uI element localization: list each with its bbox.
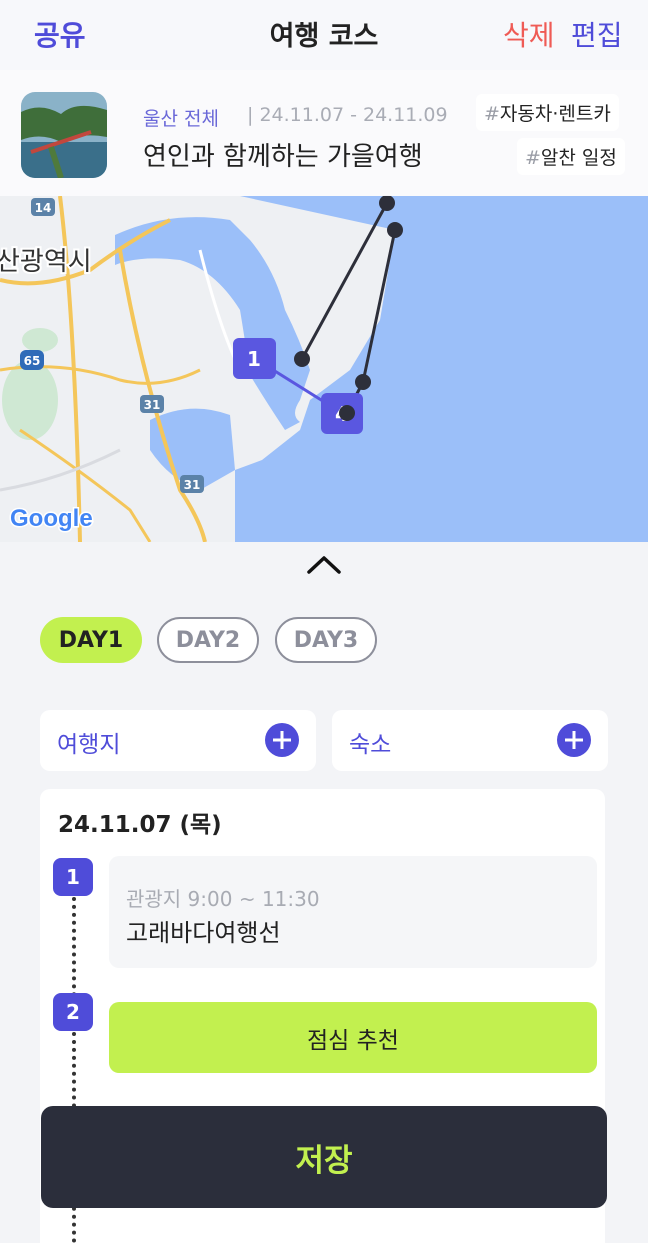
itinerary-date: 24.11.07 (목) xyxy=(58,812,222,838)
add-destination-card[interactable]: 여행지 xyxy=(40,710,316,771)
add-stay-label: 숙소 xyxy=(349,732,392,758)
tab-day2[interactable]: DAY2 xyxy=(157,617,259,663)
trip-dates: 24.11.07 - 24.11.09 xyxy=(259,104,448,126)
trip-dates-wrap: | 24.11.07 - 24.11.09 xyxy=(247,104,448,126)
trip-thumbnail xyxy=(21,92,107,178)
step-number: 2 xyxy=(53,993,93,1031)
tab-day1[interactable]: DAY1 xyxy=(40,617,142,663)
route-shield-label: 14 xyxy=(35,201,52,215)
waypoint-dot[interactable] xyxy=(355,374,371,390)
route-shield-label: 31 xyxy=(184,478,201,492)
tab-day3[interactable]: DAY3 xyxy=(275,617,377,663)
place-meta: 관광지 9:00 ~ 11:30 xyxy=(126,887,320,911)
city-label: 산광역시 xyxy=(0,247,92,277)
edit-button[interactable]: 편집 xyxy=(571,14,623,54)
top-bar: 공유 여행 코스 삭제 편집 xyxy=(0,0,648,70)
route-marker-label: 1 xyxy=(247,347,261,371)
add-stay-card[interactable]: 숙소 xyxy=(332,710,608,771)
share-button[interactable]: 공유 xyxy=(34,14,86,54)
google-logo: Google xyxy=(10,505,93,532)
trip-title: 연인과 함께하는 가을여행 xyxy=(143,142,423,172)
tag-chip: #자동차·렌트카 xyxy=(476,94,619,131)
waypoint-dot[interactable] xyxy=(387,222,403,238)
waypoint-dot[interactable] xyxy=(379,195,395,211)
park-area xyxy=(2,360,58,440)
waypoint-dot[interactable] xyxy=(294,351,310,367)
thumbnail-image xyxy=(21,92,107,178)
step-number: 1 xyxy=(53,858,93,896)
plus-icon[interactable] xyxy=(265,723,299,757)
tag-hash: # xyxy=(484,103,500,125)
trip-region: 울산 전체 xyxy=(143,108,219,130)
add-destination-label: 여행지 xyxy=(57,732,121,758)
plus-icon[interactable] xyxy=(557,723,591,757)
save-button[interactable]: 저장 xyxy=(41,1106,607,1208)
tag-text: 자동차·렌트카 xyxy=(499,103,611,125)
tag-text: 알찬 일정 xyxy=(540,147,617,169)
tag-hash: # xyxy=(525,147,541,169)
place-name: 고래바다여행선 xyxy=(126,919,281,947)
place-card[interactable]: 관광지 9:00 ~ 11:30 고래바다여행선 xyxy=(109,856,597,968)
tag-chip: #알찬 일정 xyxy=(517,138,625,175)
page-title: 여행 코스 xyxy=(269,21,379,52)
lunch-recommend-button[interactable]: 점심 추천 xyxy=(109,1002,597,1073)
route-shield-label: 31 xyxy=(144,398,161,412)
park-area xyxy=(22,328,58,352)
chevron-up-icon[interactable] xyxy=(306,552,342,576)
delete-button[interactable]: 삭제 xyxy=(503,14,555,54)
route-shield-label: 65 xyxy=(24,354,41,368)
waypoint-dot[interactable] xyxy=(339,405,355,421)
trip-info-card: 울산 전체 | 24.11.07 - 24.11.09 연인과 함께하는 가을여… xyxy=(0,70,648,196)
